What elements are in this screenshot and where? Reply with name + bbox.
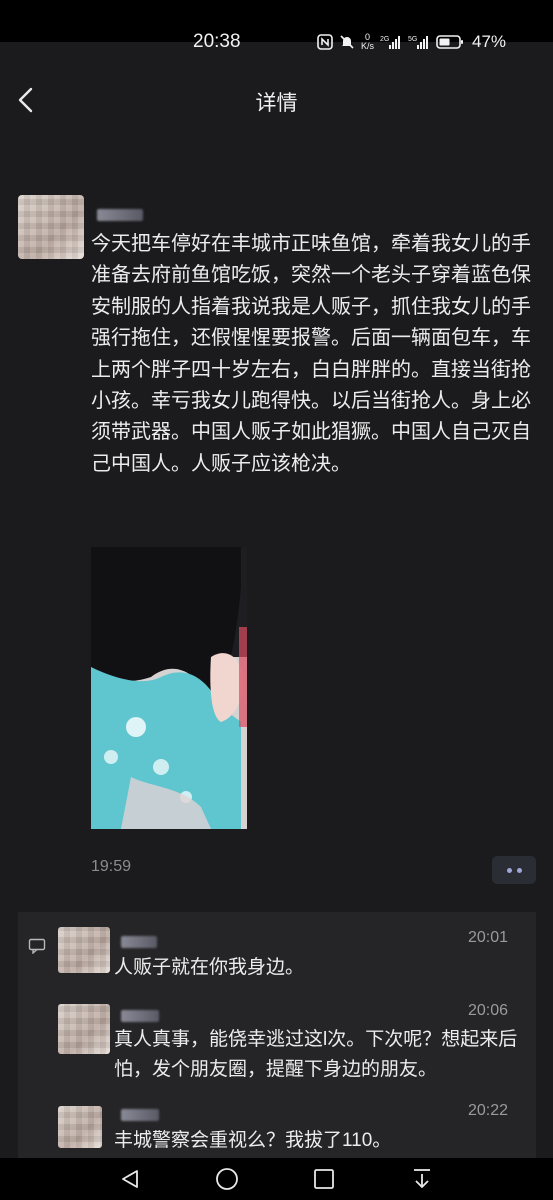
comment-text: 人贩子就在你我身边。 [114,957,305,978]
commenter-name-blurred[interactable] [121,1109,159,1121]
pull-down-icon[interactable] [404,1158,440,1200]
svg-text:2G: 2G [380,36,389,43]
system-nav-bar [0,1158,553,1200]
comment-item[interactable]: 20:22 丰城警察会重视么？我拔了110。 [18,1102,536,1158]
comment-text: 真人真事，能侥幸逃过这l次。下次呢？想起来后怕，发个朋友圈，提醒下身边的朋友。 [114,1029,518,1080]
triangle-back-icon[interactable] [112,1158,148,1200]
comment-item[interactable]: 20:06 真人真事，能侥幸逃过这l次。下次呢？想起来后怕，发个朋友圈，提醒下身… [18,998,536,1102]
more-dot [506,867,512,873]
circle-home-icon[interactable] [209,1158,245,1200]
comment-time: 20:22 [467,1102,508,1119]
status-time: 20:38 [193,31,241,52]
svg-text:5G: 5G [408,36,417,43]
post-photo[interactable] [91,547,247,829]
post-author-name-blurred[interactable] [97,209,143,221]
nfc-icon [317,34,333,50]
commenter-avatar[interactable] [58,1004,110,1054]
battery-icon [436,34,464,50]
post-author-avatar[interactable] [18,195,84,259]
more-dot [516,867,522,873]
battery-percent: 47% [472,32,507,51]
comment-time: 20:06 [467,1002,508,1019]
comments-panel: 20:01 人贩子就在你我身边。 20:06 真人真事，能侥幸逃过这l次。下次呢… [18,912,536,1158]
comment-item[interactable]: 20:01 人贩子就在你我身边。 [18,912,536,996]
commenter-avatar[interactable] [58,1106,102,1148]
signal-1-icon: 2G [380,34,402,50]
more-dots-icon[interactable] [492,856,536,884]
header-bar: 详情 [0,72,553,132]
status-bar: 20:38 0 K/s 2G 5G 47% [0,24,553,60]
commenter-avatar[interactable] [58,927,110,973]
mute-bell-icon [339,34,355,50]
network-speed: 0 K/s [361,32,375,51]
post-text: 今天把车停好在丰城市正味鱼馆，牵着我女儿的手准备去府前鱼馆吃饭，突然一个老头子穿… [91,233,531,475]
comment-time: 20:01 [467,929,508,946]
signal-2-icon: 5G [408,34,430,50]
commenter-name-blurred[interactable] [121,936,157,948]
page-title: 详情 [255,92,298,115]
post-timestamp: 19:59 [91,858,132,875]
commenter-name-blurred[interactable] [121,1010,159,1022]
square-recents-icon[interactable] [306,1158,342,1200]
status-icons: 0 K/s 2G 5G 47% [317,30,506,54]
comment-text: 丰城警察会重视么？我拔了110。 [114,1130,392,1151]
